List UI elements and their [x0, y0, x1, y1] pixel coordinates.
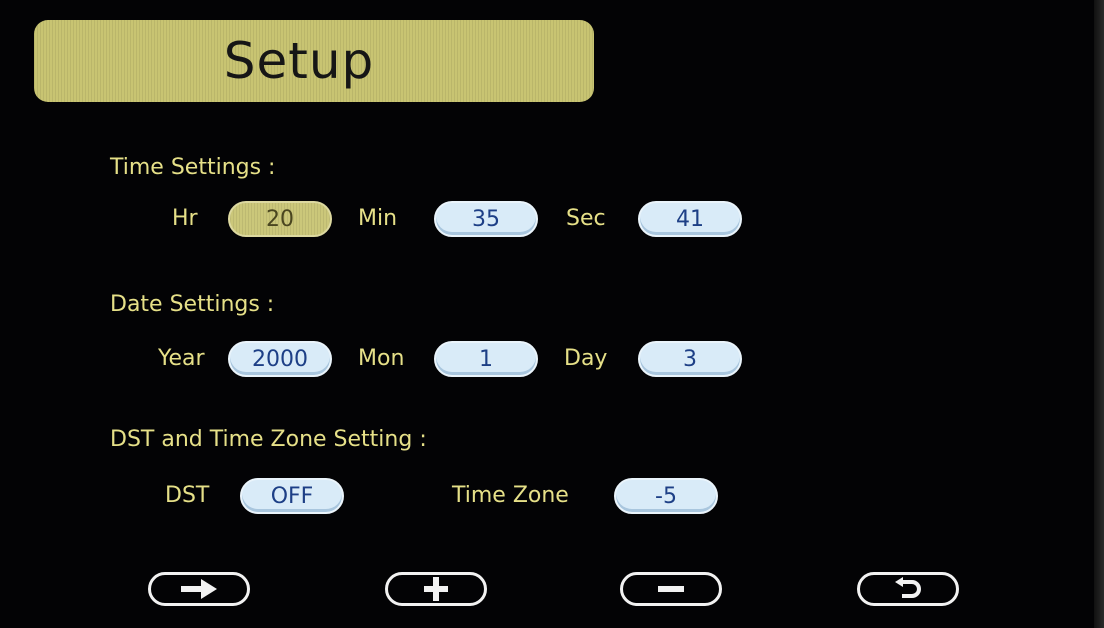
sec-field[interactable]: 41 — [638, 201, 742, 237]
hr-label: Hr — [172, 206, 198, 231]
min-field[interactable]: 35 — [434, 201, 538, 237]
dst-label: DST — [165, 483, 210, 508]
dst-field[interactable]: OFF — [240, 478, 344, 514]
time-zone-label: Time Zone — [452, 483, 569, 508]
mon-field[interactable]: 1 — [434, 341, 538, 377]
year-field[interactable]: 2000 — [228, 341, 332, 377]
return-icon — [895, 577, 921, 598]
year-label: Year — [158, 346, 205, 371]
title-bar: Setup — [34, 20, 594, 102]
device-screen: Setup Time Settings : Hr 20 Min 35 Sec 4… — [0, 0, 1104, 628]
next-button[interactable] — [148, 572, 250, 606]
mon-label: Mon — [358, 346, 405, 371]
arrow-right-icon — [181, 579, 217, 599]
time-zone-field[interactable]: -5 — [614, 478, 718, 514]
date-settings-label: Date Settings : — [110, 292, 275, 317]
plus-icon — [424, 577, 448, 601]
return-button[interactable] — [857, 572, 959, 606]
min-label: Min — [358, 206, 398, 231]
sec-label: Sec — [566, 206, 606, 231]
time-settings-label: Time Settings : — [110, 155, 276, 180]
screen-bezel — [1094, 0, 1104, 628]
day-label: Day — [564, 346, 608, 371]
decrement-button[interactable] — [620, 572, 722, 606]
dst-settings-label: DST and Time Zone Setting : — [110, 427, 427, 452]
minus-icon — [658, 586, 684, 592]
page-title: Setup — [223, 32, 375, 90]
increment-button[interactable] — [385, 572, 487, 606]
day-field[interactable]: 3 — [638, 341, 742, 377]
hr-field[interactable]: 20 — [228, 201, 332, 237]
